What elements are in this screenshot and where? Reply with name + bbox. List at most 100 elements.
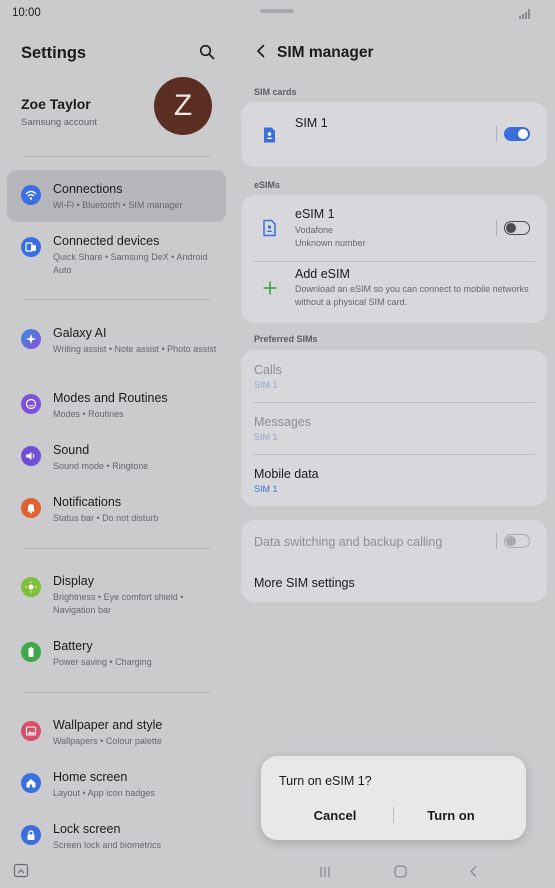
esim-icon xyxy=(263,219,276,237)
data-switching-row[interactable]: Data switching and backup calling xyxy=(241,520,547,562)
sim1-card[interactable]: SIM 1 xyxy=(241,102,547,167)
settings-item-display[interactable]: Display Brightness • Eye comfort shield … xyxy=(7,562,226,622)
add-esim-row[interactable]: Add eSIM Download an eSIM so you can con… xyxy=(241,262,547,322)
divider xyxy=(25,299,210,300)
add-esim-label: Add eSIM xyxy=(295,267,350,281)
signal-icon xyxy=(519,9,530,19)
status-time: 10:00 xyxy=(12,7,41,19)
sound-icon xyxy=(21,446,41,466)
settings-item-label: Lock screen xyxy=(53,822,121,836)
status-bar: 10:00 xyxy=(0,0,555,28)
preferred-calls-value: SIM 1 xyxy=(254,380,278,390)
section-header-sim-cards: SIM cards xyxy=(254,87,297,97)
dialog-question: Turn on eSIM 1? xyxy=(279,774,372,788)
sim1-name: SIM 1 xyxy=(295,116,328,130)
preferred-calls-row[interactable]: Calls SIM 1 xyxy=(241,350,547,402)
toggle-separator xyxy=(496,126,497,142)
divider xyxy=(25,156,210,157)
navigation-bar xyxy=(0,858,555,888)
wallpaper-icon xyxy=(21,721,41,741)
bell-icon xyxy=(21,498,41,518)
settings-item-summary: Sound mode • Ringtone xyxy=(53,461,149,471)
data-switching-label: Data switching and backup calling xyxy=(254,535,443,549)
settings-item-connections[interactable]: Connections Wi-Fi • Bluetooth • SIM mana… xyxy=(7,170,226,222)
more-sim-settings-row[interactable]: More SIM settings xyxy=(241,562,547,602)
page-title: Settings xyxy=(21,44,87,62)
recent-apps-icon[interactable] xyxy=(318,865,332,879)
battery-icon xyxy=(21,642,41,662)
section-header-esims: eSIMs xyxy=(254,180,281,190)
galaxy-ai-icon xyxy=(21,329,41,349)
plus-icon xyxy=(263,281,277,295)
esim1-number: Unknown number xyxy=(295,238,366,248)
settings-item-connected-devices[interactable]: Connected devices Quick Share • Samsung … xyxy=(7,222,226,282)
cancel-button[interactable]: Cancel xyxy=(280,804,390,828)
settings-item-label: Notifications xyxy=(53,495,122,509)
settings-item-home-screen[interactable]: Home screen Layout • App icon badges xyxy=(7,758,226,810)
settings-item-summary: Layout • App icon badges xyxy=(53,788,155,798)
modes-icon xyxy=(21,394,41,414)
taskbar-toggle-icon[interactable] xyxy=(13,863,29,879)
esims-card: eSIM 1 Vodafone Unknown number Add eSIM … xyxy=(241,195,547,323)
profile-name[interactable]: Zoe Taylor xyxy=(21,96,91,112)
settings-item-sound[interactable]: Sound Sound mode • Ringtone xyxy=(7,431,226,483)
preferred-mobile-data-value: SIM 1 xyxy=(254,484,278,494)
lock-icon xyxy=(21,825,41,845)
settings-item-battery[interactable]: Battery Power saving • Charging xyxy=(7,627,226,679)
settings-item-lock-screen[interactable]: Lock screen Screen lock and biometrics xyxy=(7,810,226,862)
settings-item-label: Connected devices xyxy=(53,234,160,248)
home-button-icon[interactable] xyxy=(393,864,408,879)
settings-item-label: Home screen xyxy=(53,770,128,784)
data-switching-toggle[interactable] xyxy=(504,534,530,548)
settings-item-summary: Wallpapers • Colour palette xyxy=(53,736,162,746)
settings-pane: Settings Zoe Taylor Samsung account Z Co… xyxy=(0,28,236,858)
preferred-messages-label: Messages xyxy=(254,415,311,429)
search-icon[interactable] xyxy=(199,44,215,60)
settings-item-summary: Power saving • Charging xyxy=(53,657,152,667)
turn-on-esim-dialog: Turn on eSIM 1? Cancel Turn on xyxy=(261,756,526,840)
settings-item-label: Connections xyxy=(53,182,123,196)
wifi-icon xyxy=(21,185,41,205)
settings-item-summary: Writing assist • Note assist • Photo ass… xyxy=(53,344,217,354)
esim1-row[interactable]: eSIM 1 Vodafone Unknown number xyxy=(241,195,547,260)
preferred-mobile-data-row[interactable]: Mobile data SIM 1 xyxy=(241,454,547,506)
add-esim-description: Download an eSIM so you can connect to m… xyxy=(295,284,529,307)
sim-card-icon xyxy=(264,127,275,143)
page-title: SIM manager xyxy=(277,44,374,61)
settings-item-modes-and-routines[interactable]: Modes and Routines Modes • Routines xyxy=(7,379,226,431)
toggle-separator xyxy=(496,220,497,236)
back-arrow-icon[interactable] xyxy=(254,44,268,58)
preferred-messages-row[interactable]: Messages SIM 1 xyxy=(241,402,547,454)
back-button-icon[interactable] xyxy=(467,865,480,878)
preferred-calls-label: Calls xyxy=(254,363,282,377)
esim1-toggle[interactable] xyxy=(504,221,530,235)
divider xyxy=(25,692,210,693)
settings-item-summary: Brightness • Eye comfort shield • Naviga… xyxy=(53,592,184,615)
split-view-handle[interactable] xyxy=(260,9,294,13)
toggle-separator xyxy=(496,533,497,549)
turn-on-button[interactable]: Turn on xyxy=(396,804,506,828)
esim1-carrier: Vodafone xyxy=(295,225,334,235)
settings-item-wallpaper-and-style[interactable]: Wallpaper and style Wallpapers • Colour … xyxy=(7,706,226,758)
settings-item-label: Galaxy AI xyxy=(53,326,107,340)
settings-item-label: Battery xyxy=(53,639,93,653)
section-header-preferred-sims: Preferred SIMs xyxy=(254,334,318,344)
settings-item-summary: Wi-Fi • Bluetooth • SIM manager xyxy=(53,200,183,210)
sim-options-card: Data switching and backup calling More S… xyxy=(241,520,547,602)
preferred-mobile-data-label: Mobile data xyxy=(254,467,319,481)
settings-item-summary: Quick Share • Samsung DeX • Android Auto xyxy=(53,252,208,275)
settings-item-notifications[interactable]: Notifications Status bar • Do not distur… xyxy=(7,483,226,535)
preferred-sims-card: Calls SIM 1 Messages SIM 1 Mobile data S… xyxy=(241,350,547,506)
display-icon xyxy=(21,577,41,597)
more-sim-settings-label: More SIM settings xyxy=(254,576,355,590)
profile-account: Samsung account xyxy=(21,117,98,128)
settings-item-label: Wallpaper and style xyxy=(53,718,163,732)
settings-item-summary: Status bar • Do not disturb xyxy=(53,513,159,523)
home-icon xyxy=(21,773,41,793)
avatar[interactable]: Z xyxy=(154,77,212,135)
button-separator xyxy=(393,807,394,823)
settings-item-galaxy-ai[interactable]: Galaxy AI Writing assist • Note assist •… xyxy=(7,314,226,374)
connected-devices-icon xyxy=(21,237,41,257)
sim1-toggle[interactable] xyxy=(504,127,530,141)
settings-item-summary: Screen lock and biometrics xyxy=(53,840,162,850)
